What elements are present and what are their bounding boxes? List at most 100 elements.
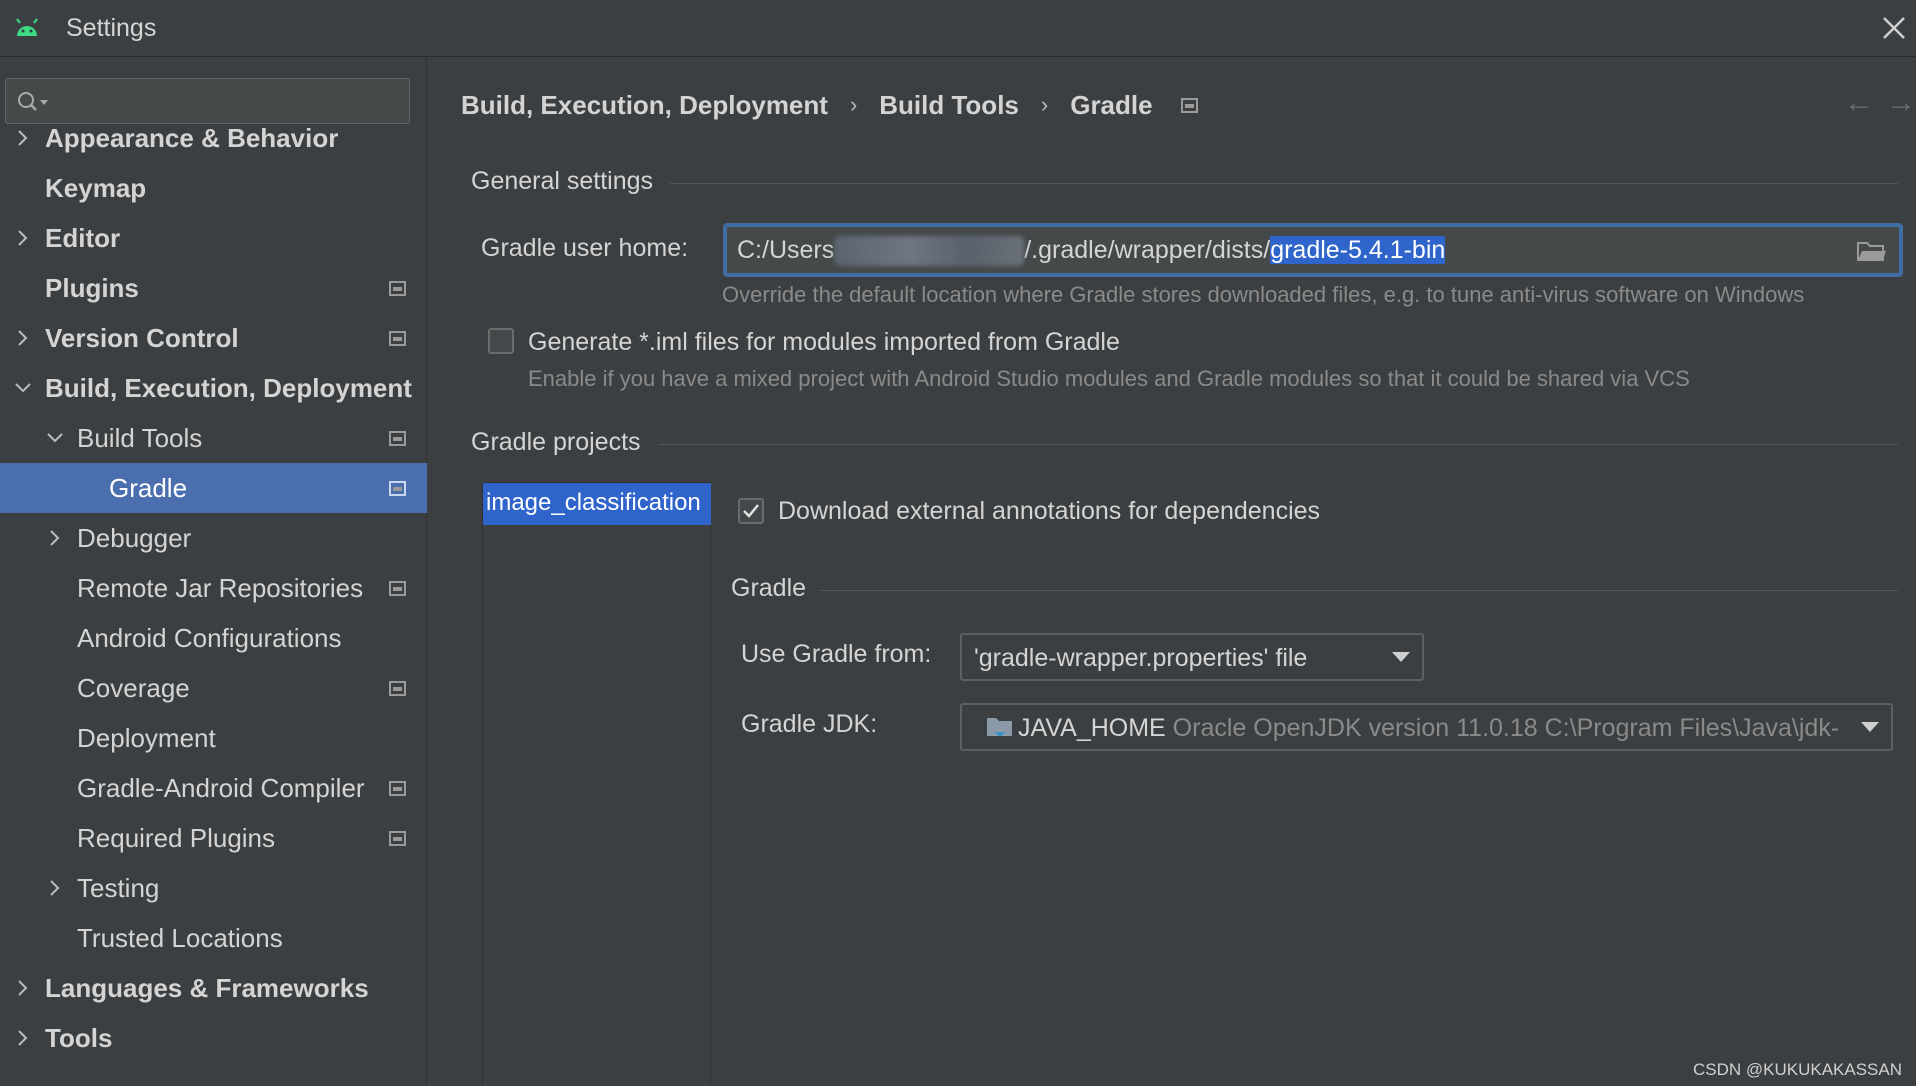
sidebar-item-coverage[interactable]: Coverage — [0, 663, 427, 713]
sidebar-item-editor[interactable]: Editor — [0, 213, 427, 263]
use-gradle-from-value: 'gradle-wrapper.properties' file — [974, 644, 1308, 672]
sidebar-item-languages-frameworks[interactable]: Languages & Frameworks — [0, 963, 427, 1013]
gradle-user-home-label: Gradle user home: — [481, 234, 689, 262]
use-gradle-from-dropdown[interactable]: 'gradle-wrapper.properties' file — [960, 633, 1424, 681]
sidebar-item-keymap[interactable]: Keymap — [0, 163, 427, 213]
chevron-right-icon[interactable] — [14, 1029, 32, 1047]
gradle-projects-list: image_classification — [482, 482, 711, 1086]
breadcrumb-separator: › — [1040, 92, 1049, 117]
sidebar-item-label: Appearance & Behavior — [45, 122, 339, 153]
sidebar-item-android-configurations[interactable]: Android Configurations — [0, 613, 427, 663]
sidebar-item-trusted-locations[interactable]: Trusted Locations — [0, 913, 427, 963]
chevron-down-icon[interactable] — [14, 379, 32, 397]
sidebar-item-build-tools[interactable]: Build Tools — [0, 413, 427, 463]
folder-open-icon[interactable] — [1857, 240, 1887, 262]
sidebar-item-label: Keymap — [45, 172, 147, 203]
chevron-right-icon[interactable] — [46, 879, 64, 897]
gradle-user-home-hint: Override the default location where Grad… — [722, 282, 1805, 307]
sidebar-item-version-control[interactable]: Version Control — [0, 313, 427, 363]
download-annotations-label[interactable]: Download external annotations for depend… — [778, 497, 1320, 526]
gradle-jdk-dropdown[interactable]: JAVA_HOME Oracle OpenJDK version 11.0.18… — [960, 703, 1893, 751]
close-icon[interactable] — [1878, 12, 1910, 44]
sidebar-item-label: Testing — [77, 872, 160, 903]
gradle-jdk-label: Gradle JDK: — [741, 710, 878, 738]
chevron-down-icon — [1861, 722, 1879, 732]
search-icon[interactable] — [16, 90, 50, 114]
jdk-name: JAVA_HOME — [1018, 714, 1166, 742]
chevron-down-icon — [1392, 652, 1410, 662]
redacted-username — [834, 236, 1025, 267]
jdk-folder-icon — [987, 718, 1012, 736]
sidebar-item-plugins[interactable]: Plugins — [0, 263, 427, 313]
chevron-down-icon[interactable] — [46, 429, 64, 447]
chevron-right-icon[interactable] — [46, 529, 64, 547]
jdk-detail: Oracle OpenJDK version 11.0.18 C:\Progra… — [1172, 714, 1840, 742]
project-level-icon — [389, 480, 406, 496]
use-gradle-from-label: Use Gradle from: — [741, 640, 932, 668]
sidebar-item-testing[interactable]: Testing — [0, 863, 427, 913]
generate-iml-checkbox[interactable] — [488, 328, 514, 354]
sidebar-item-label: Build Tools — [77, 422, 203, 453]
sidebar-item-label: Version Control — [45, 322, 239, 353]
sidebar-item-label: Build, Execution, Deployment — [45, 372, 412, 403]
breadcrumb-item[interactable]: Build Tools — [879, 90, 1019, 121]
breadcrumb-item: Gradle — [1070, 89, 1153, 120]
sidebar-item-gradle[interactable]: Gradle — [0, 463, 427, 513]
gradle-projects-title: Gradle projects — [471, 428, 641, 456]
sidebar-item-gradle-android-compiler[interactable]: Gradle-Android Compiler — [0, 763, 427, 813]
download-annotations-checkbox[interactable] — [738, 498, 764, 524]
gradle-section-title: Gradle — [731, 574, 807, 602]
watermark: CSDN @KUKUKAKASSAN — [1692, 1060, 1902, 1079]
gradle-user-home-value[interactable]: C:/Users/.gradle/wrapper/dists/gradle-5.… — [737, 236, 1446, 267]
sidebar-item-appearance-behavior[interactable]: Appearance & Behavior — [0, 113, 427, 163]
project-level-icon — [389, 580, 406, 596]
generate-iml-label[interactable]: Generate *.iml files for modules importe… — [528, 328, 1120, 357]
project-level-icon — [389, 780, 406, 796]
generate-iml-hint: Enable if you have a mixed project with … — [528, 366, 1690, 391]
breadcrumb: Build, Execution, Deployment › Build Too… — [461, 85, 1198, 125]
sidebar-item-label: Deployment — [77, 722, 216, 753]
title-bar: Settings — [0, 0, 1916, 57]
sidebar-item-label: Trusted Locations — [77, 922, 283, 953]
chevron-right-icon[interactable] — [14, 229, 32, 247]
chevron-right-icon[interactable] — [14, 329, 32, 347]
forward-arrow-icon[interactable]: → — [1884, 88, 1916, 118]
project-level-icon — [389, 280, 406, 296]
project-level-icon — [389, 430, 406, 446]
sidebar-item-label: Plugins — [45, 272, 139, 303]
section-divider — [670, 183, 1898, 184]
project-level-icon — [389, 330, 406, 346]
settings-tree: Appearance & Behavior Keymap Editor Plug… — [0, 58, 427, 1086]
list-item[interactable]: image_classification — [483, 483, 711, 525]
breadcrumb-separator: › — [849, 92, 858, 117]
window-title: Settings — [66, 14, 157, 42]
sidebar-item-label: Gradle — [109, 472, 188, 503]
sidebar-item-label: Required Plugins — [77, 822, 276, 853]
chevron-right-icon[interactable] — [14, 129, 32, 147]
gradle-jdk-value: JAVA_HOME Oracle OpenJDK version 11.0.18… — [986, 714, 1856, 743]
checkmark-icon — [743, 504, 759, 518]
sidebar-item-label: Android Configurations — [77, 622, 342, 653]
sidebar-item-label: Remote Jar Repositories — [77, 572, 364, 603]
chevron-right-icon[interactable] — [14, 979, 32, 997]
project-level-icon — [389, 680, 406, 696]
sidebar-item-required-plugins[interactable]: Required Plugins — [0, 813, 427, 863]
back-arrow-icon[interactable]: ← — [1842, 88, 1876, 118]
sidebar-item-label: Debugger — [77, 522, 192, 553]
android-icon — [16, 18, 38, 36]
settings-content: Build, Execution, Deployment › Build Too… — [428, 58, 1916, 1086]
sidebar-item-label: Coverage — [77, 672, 190, 703]
general-settings-title: General settings — [471, 167, 654, 195]
section-divider — [658, 444, 1898, 445]
breadcrumb-item[interactable]: Build, Execution, Deployment — [461, 90, 828, 121]
sidebar-item-deployment[interactable]: Deployment — [0, 713, 427, 763]
sidebar-item-build-execution-deployment[interactable]: Build, Execution, Deployment — [0, 363, 427, 413]
project-level-icon — [389, 830, 406, 846]
sidebar-item-debugger[interactable]: Debugger — [0, 513, 427, 563]
sidebar-item-label: Tools — [45, 1022, 113, 1053]
gradle-user-home-field[interactable]: C:/Users/.gradle/wrapper/dists/gradle-5.… — [723, 223, 1903, 277]
sidebar-item-remote-jar-repositories[interactable]: Remote Jar Repositories — [0, 563, 427, 613]
sidebar-item-label: Languages & Frameworks — [45, 972, 369, 1003]
project-level-icon — [1180, 97, 1198, 113]
sidebar-item-tools[interactable]: Tools — [0, 1013, 427, 1063]
